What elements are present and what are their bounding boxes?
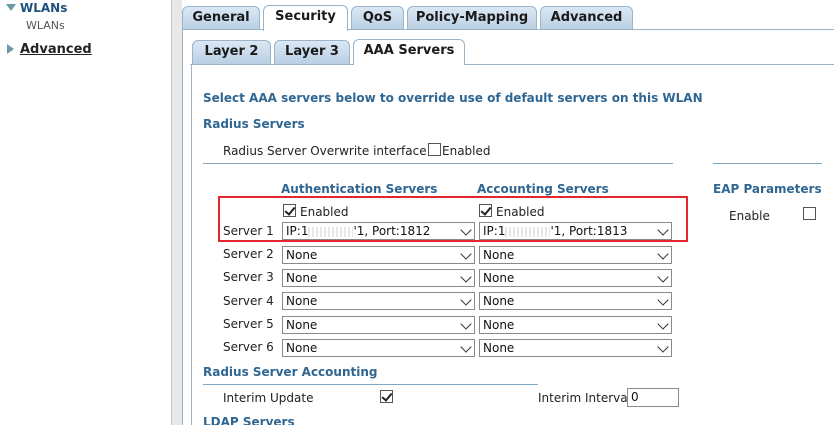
server-3-label: Server 3 [223, 270, 274, 284]
divider [203, 384, 538, 385]
acct-servers-heading: Accounting Servers [477, 182, 609, 196]
tab-general[interactable]: General [182, 6, 260, 30]
select-value: None [286, 318, 318, 332]
auth-servers-heading: Authentication Servers [281, 182, 438, 196]
expand-down-icon[interactable] [6, 4, 16, 11]
radius-servers-heading: Radius Servers [203, 117, 305, 131]
select-value: None [483, 341, 515, 355]
tab-security[interactable]: Security [263, 5, 348, 31]
sidebar-item-wlans[interactable]: WLANs [20, 1, 67, 15]
tab-aaa-servers[interactable]: AAA Servers [353, 39, 465, 65]
server-5-acct-select[interactable]: None [479, 316, 672, 334]
overwrite-interface-label: Radius Server Overwrite interface [223, 144, 427, 158]
radius-accounting-heading: Radius Server Accounting [203, 365, 378, 379]
interim-update-label: Interim Update [223, 391, 314, 405]
chevron-down-icon [460, 271, 472, 283]
server-4-label: Server 4 [223, 294, 274, 308]
eap-enable-checkbox[interactable] [803, 207, 816, 220]
chevron-down-icon [460, 341, 472, 353]
server-4-auth-select[interactable]: None [282, 292, 475, 310]
overwrite-enabled-label: Enabled [442, 144, 491, 158]
tab-qos[interactable]: QoS [351, 6, 404, 30]
server-2-auth-select[interactable]: None [282, 246, 475, 264]
select-value: None [286, 341, 318, 355]
select-value: None [483, 318, 515, 332]
chevron-down-icon [657, 248, 669, 260]
chevron-down-icon [460, 318, 472, 330]
select-value: None [286, 248, 318, 262]
server-6-acct-select[interactable]: None [479, 339, 672, 357]
server-2-label: Server 2 [223, 247, 274, 261]
overwrite-interface-checkbox[interactable] [428, 143, 441, 156]
select-value: None [483, 271, 515, 285]
chevron-down-icon [657, 341, 669, 353]
tab-layer-3[interactable]: Layer 3 [274, 40, 350, 64]
interim-update-checkbox[interactable] [380, 390, 393, 403]
chevron-down-icon [460, 248, 472, 260]
tab-advanced[interactable]: Advanced [540, 6, 633, 30]
sidebar: WLANs WLANs Advanced [0, 0, 172, 425]
server-2-acct-select[interactable]: None [479, 246, 672, 264]
chevron-down-icon [657, 294, 669, 306]
divider [203, 163, 673, 164]
interim-interval-input[interactable]: 0 [627, 388, 679, 407]
intro-text: Select AAA servers below to override use… [203, 91, 703, 105]
select-value: None [483, 294, 515, 308]
tab-policy-mapping[interactable]: Policy-Mapping [407, 6, 537, 30]
tab-layer-2[interactable]: Layer 2 [192, 40, 271, 64]
sidebar-item-advanced[interactable]: Advanced [20, 42, 92, 57]
expand-right-icon[interactable] [7, 44, 14, 54]
highlight-box [218, 196, 688, 242]
chevron-down-icon [460, 294, 472, 306]
server-5-auth-select[interactable]: None [282, 316, 475, 334]
server-5-label: Server 5 [223, 317, 274, 331]
sidebar-gutter [172, 0, 182, 425]
server-4-acct-select[interactable]: None [479, 292, 672, 310]
chevron-down-icon [657, 271, 669, 283]
interim-interval-label: Interim Interval [538, 391, 631, 405]
chevron-down-icon [657, 318, 669, 330]
ldap-servers-heading: LDAP Servers [203, 415, 295, 425]
select-value: None [483, 248, 515, 262]
eap-enable-label: Enable [729, 209, 770, 223]
sidebar-subitem-wlans[interactable]: WLANs [26, 19, 65, 32]
select-value: None [286, 271, 318, 285]
server-6-label: Server 6 [223, 340, 274, 354]
server-6-auth-select[interactable]: None [282, 339, 475, 357]
server-3-acct-select[interactable]: None [479, 269, 672, 287]
server-3-auth-select[interactable]: None [282, 269, 475, 287]
divider [713, 163, 822, 164]
eap-parameters-heading: EAP Parameters [713, 182, 822, 196]
select-value: None [286, 294, 318, 308]
